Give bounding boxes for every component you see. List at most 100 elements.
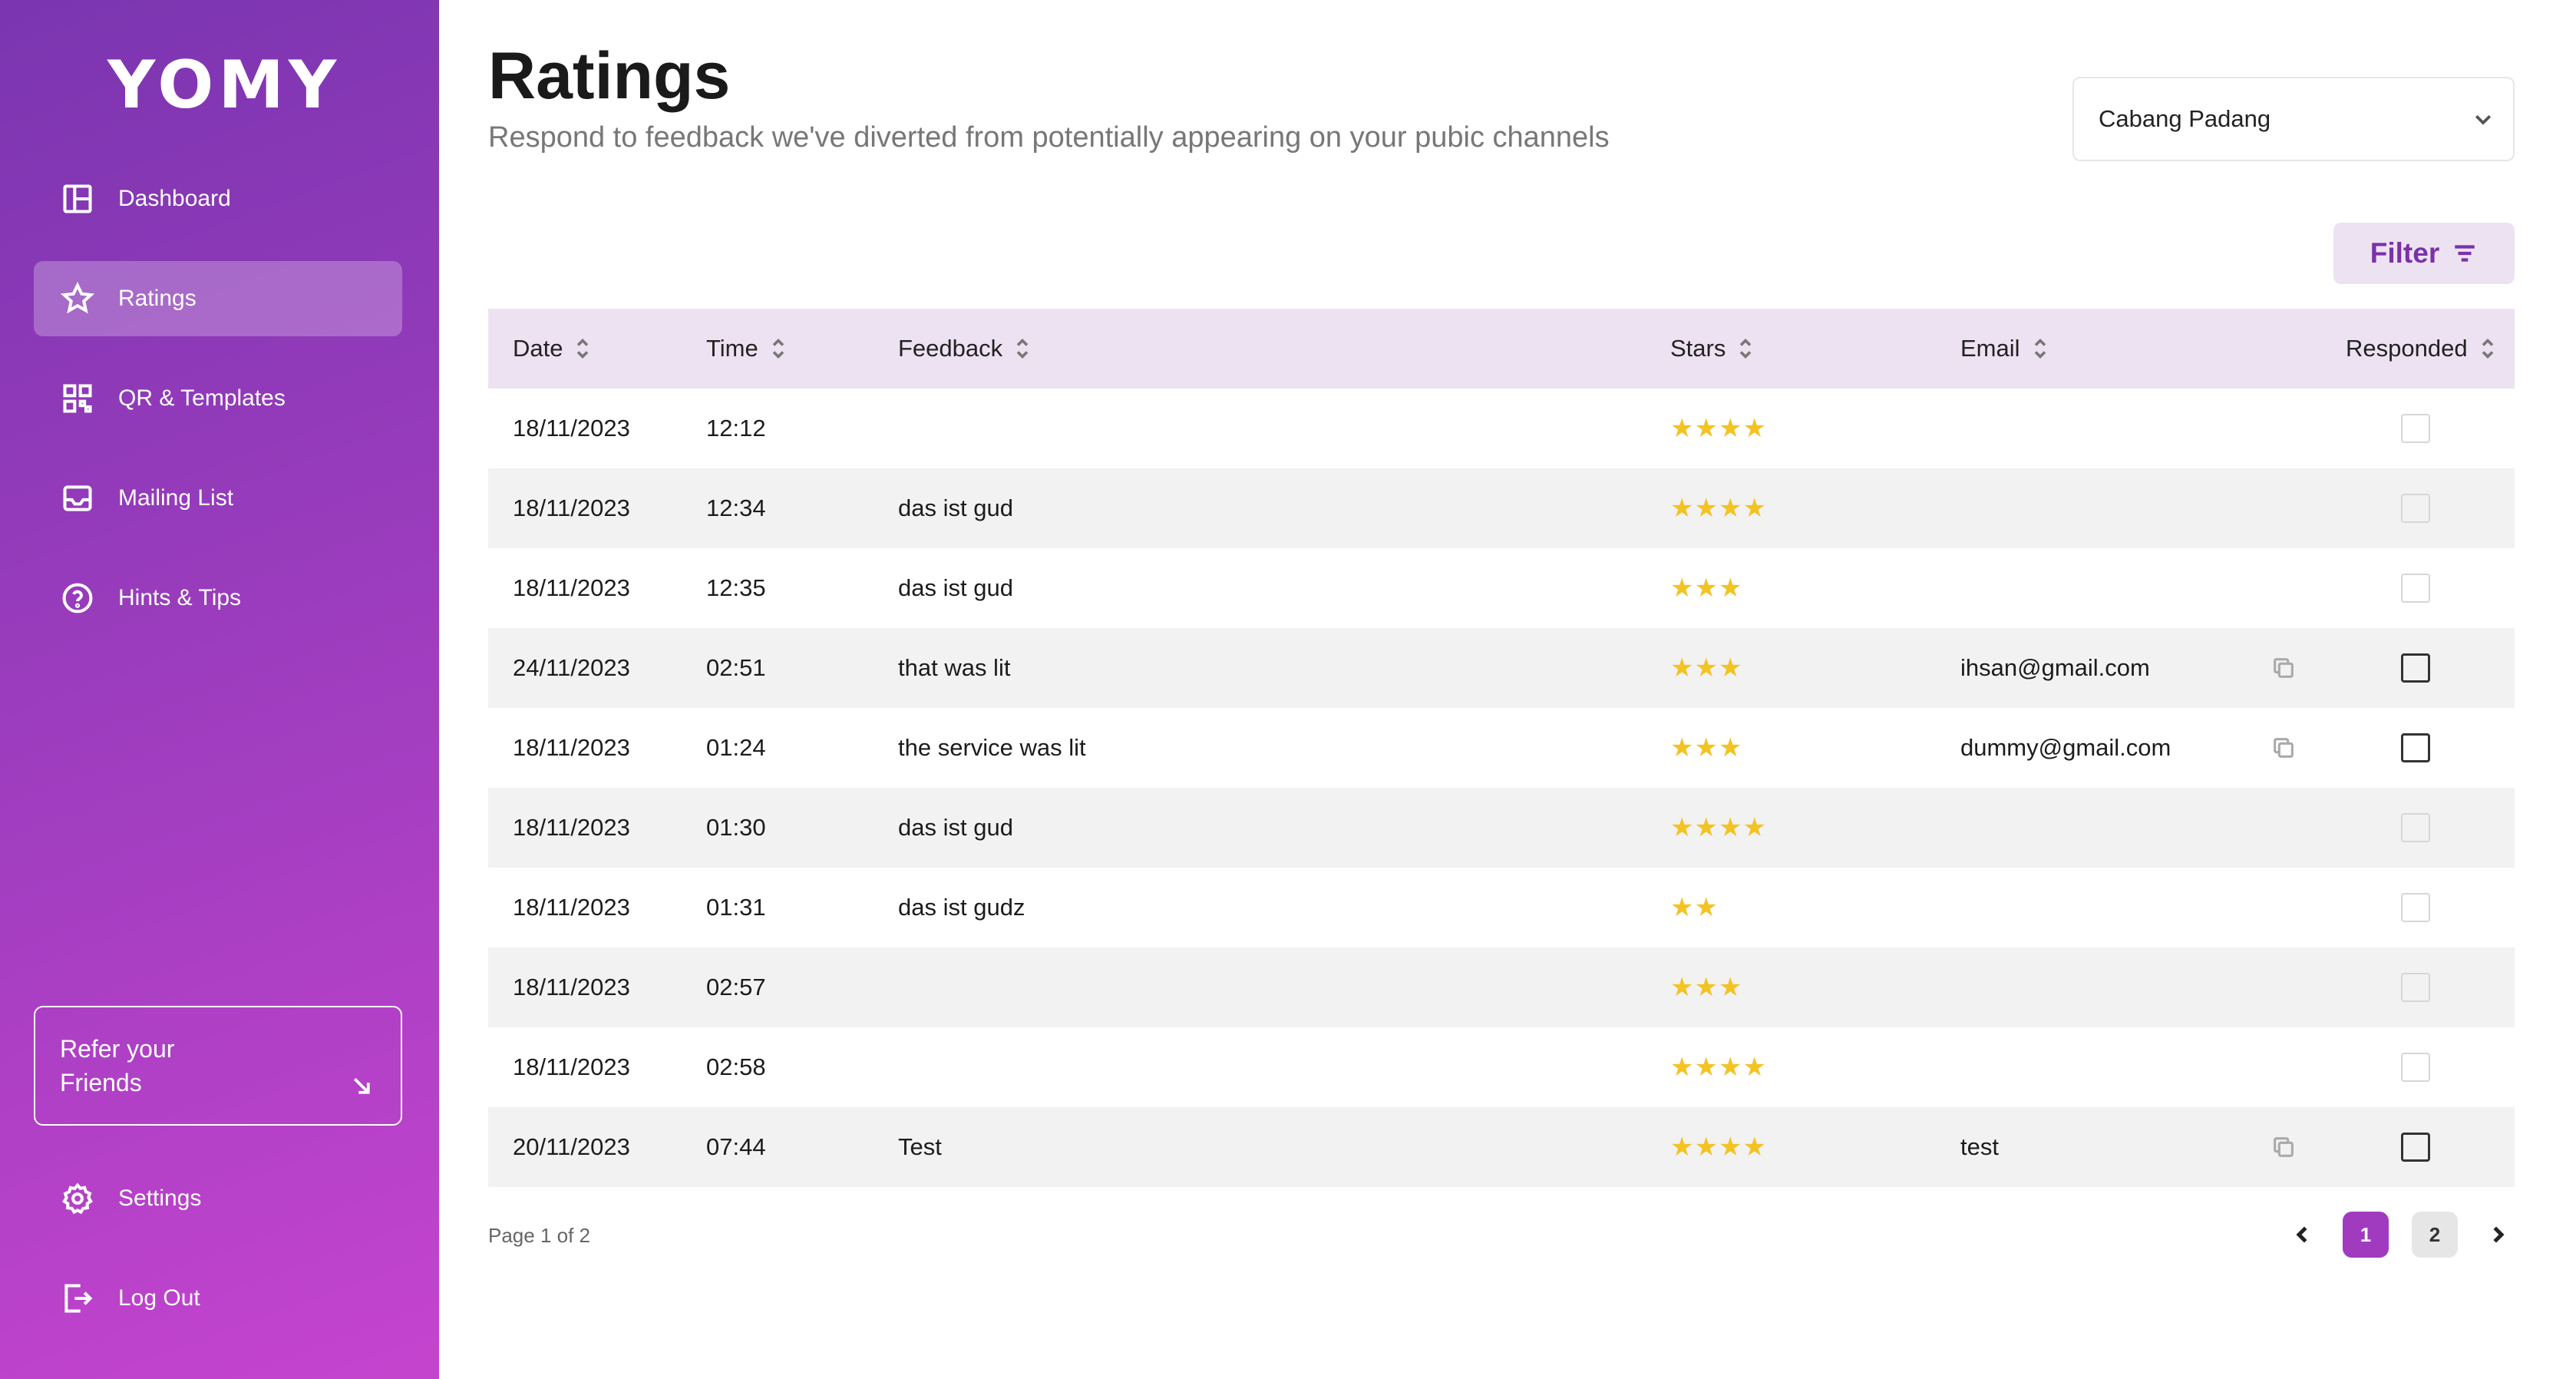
filter-button[interactable]: Filter	[2333, 223, 2515, 284]
star-rating: ★★	[1670, 893, 1719, 922]
responded-cell	[2401, 628, 2430, 708]
sidebar-item-ratings[interactable]: Ratings	[34, 261, 402, 336]
sort-icon	[2480, 337, 2495, 360]
filter-button-label: Filter	[2370, 237, 2440, 269]
gear-icon	[60, 1181, 95, 1216]
cell-date: 24/11/2023	[513, 654, 630, 681]
next-page-button[interactable]	[2475, 1212, 2521, 1258]
cell-time: 02:51	[706, 654, 766, 681]
sidebar-item-label: Settings	[118, 1186, 202, 1211]
sidebar-item-qr-templates[interactable]: QR & Templates	[34, 361, 402, 436]
responded-cell	[2401, 868, 2430, 947]
cell-date: 18/11/2023	[513, 494, 630, 521]
table-row: 24/11/2023 02:51 that was lit ★★★ ihsan@gmai…	[488, 628, 2515, 708]
table-row: 18/11/2023 12:12 ★★★★	[488, 389, 2515, 468]
branch-select-value: Cabang Padang	[2099, 105, 2271, 132]
cell-time: 01:30	[706, 814, 766, 841]
responded-checkbox[interactable]	[2401, 813, 2430, 842]
chevron-right-icon	[2493, 1226, 2505, 1243]
sidebar-item-label: Ratings	[118, 286, 197, 311]
star-rating: ★★★★	[1670, 813, 1767, 842]
table-row: 18/11/2023 01:30 das ist gud ★★★★	[488, 788, 2515, 868]
sidebar-item-mailing-list[interactable]: Mailing List	[34, 461, 402, 536]
branch-select[interactable]: Cabang Padang	[2072, 77, 2515, 161]
star-rating: ★★★	[1670, 574, 1743, 603]
cell-time: 12:34	[706, 494, 766, 521]
ratings-table: Date Time Feedback Stars Email Responded…	[488, 309, 2515, 1187]
table-row: 18/11/2023 02:58 ★★★★	[488, 1027, 2515, 1107]
sort-icon	[575, 337, 590, 360]
sidebar-item-label: Log Out	[118, 1285, 200, 1311]
responded-cell	[2401, 548, 2430, 628]
table-row: 18/11/2023 01:24 the service was lit ★★★ dum…	[488, 708, 2515, 788]
refer-friends-card[interactable]: Refer your Friends	[34, 1006, 402, 1126]
column-header-date[interactable]: Date	[513, 309, 590, 389]
table-row: 18/11/2023 02:57 ★★★	[488, 947, 2515, 1027]
responded-checkbox[interactable]	[2401, 574, 2430, 603]
star-icon	[60, 281, 95, 316]
responded-checkbox[interactable]	[2401, 973, 2430, 1002]
page-info: Page 1 of 2	[488, 1224, 590, 1247]
responded-cell	[2401, 708, 2430, 788]
prev-page-button[interactable]	[2280, 1212, 2326, 1258]
responded-checkbox[interactable]	[2401, 893, 2430, 922]
sidebar-item-dashboard[interactable]: Dashboard	[34, 161, 402, 236]
page-button-2[interactable]: 2	[2412, 1212, 2458, 1258]
copy-icon	[2271, 1134, 2297, 1160]
column-header-time[interactable]: Time	[706, 309, 786, 389]
copy-icon	[2271, 735, 2297, 761]
chevron-down-icon	[2472, 107, 2495, 131]
column-header-email[interactable]: Email	[1960, 309, 2048, 389]
star-rating: ★★★★	[1670, 1053, 1767, 1082]
sidebar: YOMY Dashboard Ratings QR & Templates Ma…	[0, 0, 439, 1379]
layout-icon	[60, 181, 95, 217]
responded-checkbox[interactable]	[2401, 1133, 2430, 1162]
responded-checkbox[interactable]	[2401, 494, 2430, 523]
cell-feedback: das ist gudz	[898, 894, 1025, 921]
star-rating: ★★★	[1670, 973, 1743, 1002]
cell-feedback: Test	[898, 1133, 942, 1160]
page-button-1[interactable]: 1	[2343, 1212, 2389, 1258]
column-header-feedback[interactable]: Feedback	[898, 309, 1030, 389]
responded-cell	[2401, 389, 2430, 468]
table-body: 18/11/2023 12:12 ★★★★ 18/11/2023 12:34 das is…	[488, 389, 2515, 1187]
help-circle-icon	[60, 580, 95, 616]
cell-date: 18/11/2023	[513, 734, 630, 761]
responded-cell	[2401, 947, 2430, 1027]
copy-email-button[interactable]	[2271, 1107, 2297, 1187]
cell-time: 01:24	[706, 734, 766, 761]
responded-checkbox[interactable]	[2401, 653, 2430, 683]
sidebar-item-label: QR & Templates	[118, 385, 286, 411]
sort-icon	[1738, 337, 1753, 360]
column-header-responded[interactable]: Responded	[2346, 309, 2495, 389]
copy-email-button[interactable]	[2271, 628, 2297, 708]
yomy-logo: YOMY	[107, 47, 342, 124]
copy-email-button[interactable]	[2271, 708, 2297, 788]
page-title: Ratings	[488, 39, 731, 113]
table-row: 18/11/2023 12:35 das ist gud ★★★	[488, 548, 2515, 628]
star-rating: ★★★★	[1670, 414, 1767, 443]
table-header: Date Time Feedback Stars Email Responded	[488, 309, 2515, 389]
sort-icon	[2033, 337, 2048, 360]
sidebar-item-settings[interactable]: Settings	[34, 1161, 402, 1236]
responded-checkbox[interactable]	[2401, 1053, 2430, 1082]
cell-feedback: that was lit	[898, 654, 1011, 681]
qr-icon	[60, 381, 95, 416]
cell-email: dummy@gmail.com	[1960, 734, 2171, 761]
responded-cell	[2401, 788, 2430, 868]
table-row: 18/11/2023 01:31 das ist gudz ★★	[488, 868, 2515, 947]
responded-checkbox[interactable]	[2401, 733, 2430, 762]
cell-feedback: das ist gud	[898, 574, 1013, 601]
logout-icon	[60, 1281, 95, 1316]
sort-icon	[771, 337, 786, 360]
cell-date: 18/11/2023	[513, 814, 630, 841]
responded-cell	[2401, 1027, 2430, 1107]
cell-date: 18/11/2023	[513, 415, 630, 441]
column-header-stars[interactable]: Stars	[1670, 309, 1753, 389]
sidebar-item-label: Hints & Tips	[118, 585, 242, 610]
sidebar-item-logout[interactable]: Log Out	[34, 1261, 402, 1336]
cell-time: 02:58	[706, 1053, 766, 1080]
responded-checkbox[interactable]	[2401, 414, 2430, 443]
sidebar-item-hints-tips[interactable]: Hints & Tips	[34, 561, 402, 636]
cell-feedback: the service was lit	[898, 734, 1086, 761]
